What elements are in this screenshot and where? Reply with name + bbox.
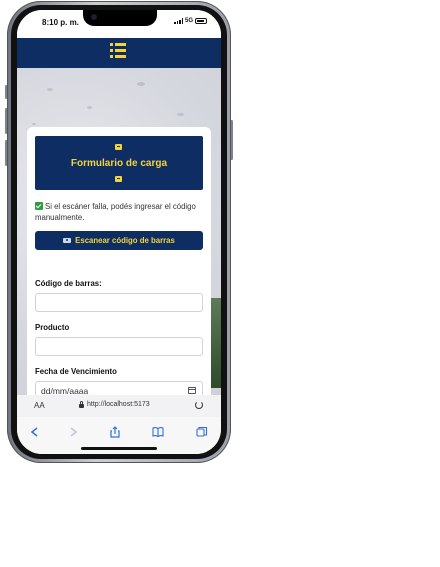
network-label: 5G — [184, 18, 193, 24]
form-card: Formulario de carga Si el escáner falla,… — [27, 127, 211, 400]
reader-aa-button[interactable]: AA — [34, 401, 45, 410]
barcode-input[interactable] — [35, 293, 203, 312]
box-icon — [115, 144, 122, 150]
browser-address-bar[interactable]: AA http://localhost:5173 — [17, 395, 221, 417]
browser-toolbar — [17, 417, 221, 454]
check-icon — [35, 202, 43, 210]
status-icons: 5G — [174, 18, 207, 24]
expiry-date-label: Fecha de Vencimiento — [35, 367, 117, 376]
lock-icon — [79, 400, 84, 408]
tabs-icon[interactable] — [196, 425, 208, 437]
scan-button-label: Escanear código de barras — [75, 236, 175, 245]
phone-screen: 8:10 p. m. 5G Formulario de carga Si el … — [17, 10, 221, 454]
battery-icon — [195, 18, 207, 24]
status-time: 8:10 p. m. — [42, 18, 79, 27]
form-header: Formulario de carga — [35, 136, 203, 190]
home-indicator — [81, 447, 157, 450]
form-title: Formulario de carga — [70, 158, 168, 169]
reload-icon[interactable] — [195, 401, 203, 409]
scan-barcode-button[interactable]: Escanear código de barras — [35, 231, 203, 250]
list-menu-icon[interactable] — [110, 43, 126, 58]
manual-entry-hint: Si el escáner falla, podés ingresar el c… — [35, 201, 203, 223]
front-camera-icon — [91, 14, 97, 20]
camera-icon — [63, 238, 72, 243]
bookmarks-icon[interactable] — [152, 425, 164, 438]
app-header — [17, 38, 221, 68]
hint-text: Si el escáner falla, podés ingresar el c… — [35, 202, 196, 222]
back-icon[interactable] — [29, 425, 41, 437]
product-input[interactable] — [35, 337, 203, 356]
share-icon[interactable] — [109, 425, 121, 438]
expiry-date-placeholder: dd/mm/aaaa — [41, 385, 89, 396]
product-label: Producto — [35, 323, 70, 332]
barcode-label: Código de barras: — [35, 279, 102, 288]
forward-icon[interactable] — [67, 425, 79, 437]
url-display[interactable]: http://localhost:5173 — [79, 400, 150, 408]
signal-icon — [174, 18, 183, 24]
url-text: http://localhost:5173 — [87, 401, 150, 408]
box-icon — [115, 176, 122, 182]
calendar-icon[interactable] — [188, 387, 196, 394]
status-bar: 8:10 p. m. 5G — [17, 10, 221, 38]
notch — [83, 10, 157, 26]
